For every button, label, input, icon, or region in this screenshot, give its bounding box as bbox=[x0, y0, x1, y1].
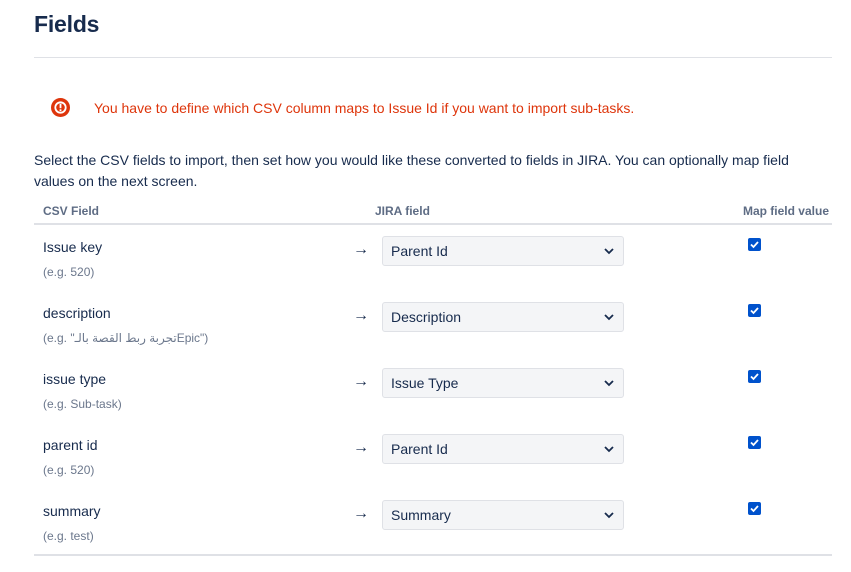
csv-field-name: summary bbox=[43, 503, 101, 519]
table-row: issue type (e.g. Sub-task) → Issue Type bbox=[34, 359, 832, 425]
check-icon bbox=[750, 373, 759, 381]
jira-field-select[interactable]: Description bbox=[382, 302, 624, 332]
map-field-value-checkbox[interactable] bbox=[748, 304, 761, 317]
intro-text: Select the CSV fields to import, then se… bbox=[34, 152, 789, 189]
jira-field-select[interactable]: Parent Id bbox=[382, 236, 624, 266]
table-row: parent id (e.g. 520) → Parent Id bbox=[34, 425, 832, 491]
column-header-jira-field: JIRA field bbox=[375, 204, 430, 218]
jira-field-select[interactable]: Issue Type bbox=[382, 368, 624, 398]
csv-field-example: (e.g. test) bbox=[43, 529, 94, 543]
check-icon bbox=[750, 307, 759, 315]
arrow-right-icon: → bbox=[353, 373, 369, 390]
csv-field-name: issue type bbox=[43, 371, 107, 387]
check-icon bbox=[750, 505, 759, 513]
jira-field-select[interactable]: Summary bbox=[382, 500, 624, 530]
csv-field-example: (e.g. 520) bbox=[43, 463, 95, 477]
table-row: Issue key (e.g. 520) → Parent Id bbox=[34, 227, 832, 293]
chevron-down-icon bbox=[604, 512, 614, 519]
title-divider bbox=[34, 57, 832, 58]
table-row: summary (e.g. test) → Summary bbox=[34, 491, 832, 557]
error-icon bbox=[51, 98, 70, 117]
jira-field-selected-value: Description bbox=[391, 309, 462, 325]
map-field-value-checkbox[interactable] bbox=[748, 238, 761, 251]
column-header-csv-field: CSV Field bbox=[43, 204, 100, 218]
arrow-right-icon: → bbox=[353, 241, 369, 258]
chevron-down-icon bbox=[604, 248, 614, 255]
csv-field-name: description bbox=[43, 305, 111, 321]
check-icon bbox=[750, 241, 759, 249]
jira-field-selected-value: Parent Id bbox=[391, 243, 448, 259]
jira-field-selected-value: Parent Id bbox=[391, 441, 448, 457]
map-field-value-checkbox[interactable] bbox=[748, 436, 761, 449]
csv-field-name: Issue key bbox=[43, 239, 103, 255]
chevron-down-icon bbox=[604, 446, 614, 453]
column-header-map-field-value: Map field value bbox=[742, 204, 829, 218]
csv-field-example: (e.g. 520) bbox=[43, 265, 95, 279]
page-title: Fields bbox=[34, 11, 100, 37]
arrow-right-icon: → bbox=[353, 505, 369, 522]
table-row: description (e.g. "تجربة ربط القصة بالـE… bbox=[34, 293, 832, 359]
header-divider bbox=[34, 223, 832, 225]
csv-field-example: (e.g. Sub-task) bbox=[43, 397, 122, 411]
csv-field-example: (e.g. "تجربة ربط القصة بالـEpic") bbox=[43, 331, 209, 345]
check-icon bbox=[750, 439, 759, 447]
map-field-value-checkbox[interactable] bbox=[748, 502, 761, 515]
arrow-right-icon: → bbox=[353, 439, 369, 456]
table-bottom-divider bbox=[34, 554, 832, 556]
jira-field-selected-value: Summary bbox=[391, 507, 451, 523]
error-message: You have to define which CSV column maps… bbox=[94, 100, 635, 116]
jira-field-select[interactable]: Parent Id bbox=[382, 434, 624, 464]
csv-field-name: parent id bbox=[43, 437, 98, 453]
map-field-value-checkbox[interactable] bbox=[748, 370, 761, 383]
chevron-down-icon bbox=[604, 380, 614, 387]
arrow-right-icon: → bbox=[353, 307, 369, 324]
chevron-down-icon bbox=[604, 314, 614, 321]
jira-field-selected-value: Issue Type bbox=[391, 375, 459, 391]
